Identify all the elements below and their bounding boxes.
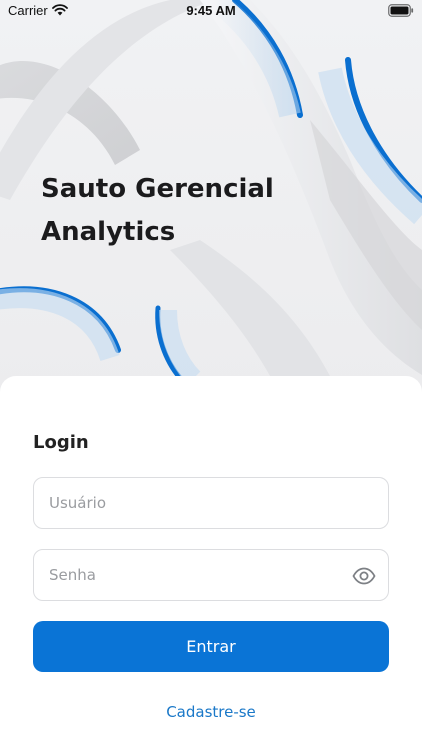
password-input[interactable]: [34, 550, 388, 600]
status-time: 9:45 AM: [186, 3, 236, 18]
login-heading: Login: [33, 432, 89, 453]
grey-ribbon-lower: [170, 240, 330, 376]
status-bar: Carrier 9:45 AM: [0, 0, 422, 22]
login-screen: Carrier 9:45 AM Sauto Gerencial Analytic…: [0, 0, 422, 750]
app-title: Sauto Gerencial Analytics: [41, 168, 274, 254]
app-title-line2: Analytics: [41, 217, 176, 247]
username-field[interactable]: [33, 477, 389, 529]
login-button[interactable]: Entrar: [33, 621, 389, 672]
username-input[interactable]: [34, 478, 388, 528]
blue-arc-left-glow: [0, 288, 120, 362]
signup-link[interactable]: Cadastre-se: [0, 703, 422, 721]
battery-icon: [388, 4, 414, 17]
password-field[interactable]: [33, 549, 389, 601]
app-title-line1: Sauto Gerencial: [41, 174, 274, 204]
eye-icon[interactable]: [352, 564, 376, 588]
